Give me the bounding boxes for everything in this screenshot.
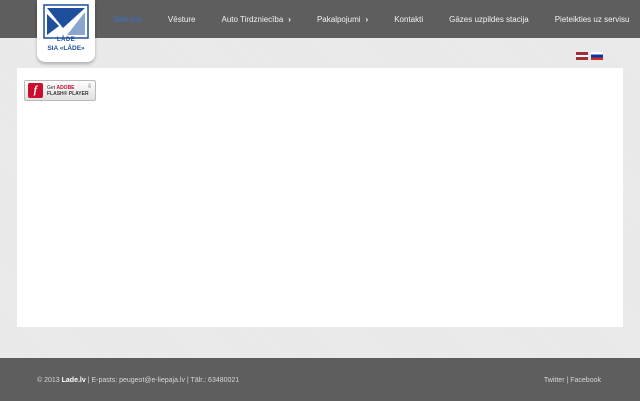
- twitter-link[interactable]: Twitter: [544, 377, 565, 384]
- flash-brand-text: ADOBE: [56, 84, 75, 91]
- nav-item-2[interactable]: Auto Tirdzniecība ›: [221, 0, 290, 38]
- nav-item-4[interactable]: Kontakti: [394, 0, 423, 38]
- flash-logo-icon: f: [28, 83, 43, 98]
- lade-logo-icon: [43, 4, 89, 39]
- nav-item-label: Kontakti: [394, 14, 424, 24]
- logo-name: LĀDE: [56, 37, 76, 43]
- copyright-text: © 2013: [37, 377, 60, 384]
- chevron-right-icon: ›: [365, 14, 369, 24]
- flag-latvia-icon[interactable]: [576, 52, 588, 60]
- nav-item-label: Pakalpojumi: [316, 14, 361, 24]
- footer-contact: © 2013 Lade.lv | E-pasts: peugeot@e-liep…: [37, 377, 239, 384]
- chevron-right-icon: ›: [288, 14, 291, 24]
- main-nav: Sākums Vēsture Auto Tirdzniecība › Pakalpoju…: [103, 0, 629, 38]
- nav-item-label: Gāzes uzpildes stacija: [449, 14, 529, 24]
- nav-item-label: Sākums: [113, 14, 142, 24]
- logo-company: SIA «LĀDE»: [47, 45, 85, 52]
- social-links: Twitter | Facebook: [544, 377, 601, 384]
- contact-info: | E-pasts: peugeot@e-liepaja.lv | Tālr.:…: [85, 377, 240, 384]
- page-footer: © 2013 Lade.lv | E-pasts: peugeot@e-liep…: [0, 358, 640, 401]
- flash-badge-text: Get ADOBE FLASH® PLAYER: [47, 85, 89, 97]
- nav-item-6[interactable]: Pieteikties uz servisu: [555, 0, 630, 38]
- facebook-link[interactable]: Facebook: [570, 377, 601, 384]
- nav-item-label: Vēsture: [167, 14, 196, 24]
- nav-item-0[interactable]: Sākums: [113, 0, 142, 38]
- nav-item-5[interactable]: Gāzes uzpildes stacija: [449, 0, 529, 38]
- flag-russia-icon[interactable]: [591, 52, 603, 60]
- language-switcher: [576, 52, 603, 60]
- nav-item-3[interactable]: Pakalpojumi ›: [317, 0, 368, 38]
- site-link[interactable]: Lade.lv: [62, 377, 86, 384]
- download-icon: ⇩: [86, 84, 92, 90]
- main-content: f Get ADOBE FLASH® PLAYER ⇩: [17, 68, 623, 327]
- top-navigation-bar: Sākums Vēsture Auto Tirdzniecība › Pakalpoju…: [0, 0, 640, 38]
- get-flash-player-button[interactable]: f Get ADOBE FLASH® PLAYER ⇩: [24, 80, 96, 101]
- nav-item-label: Auto Tirdzniecība: [221, 14, 284, 24]
- flash-badge-line2: FLASH® PLAYER: [47, 90, 89, 97]
- nav-item-label: Pieteikties uz servisu: [554, 14, 630, 24]
- site-logo[interactable]: LĀDE SIA «LĀDE»: [37, 0, 95, 62]
- flash-get-text: Get: [47, 84, 56, 91]
- nav-item-1[interactable]: Vēsture: [168, 0, 196, 38]
